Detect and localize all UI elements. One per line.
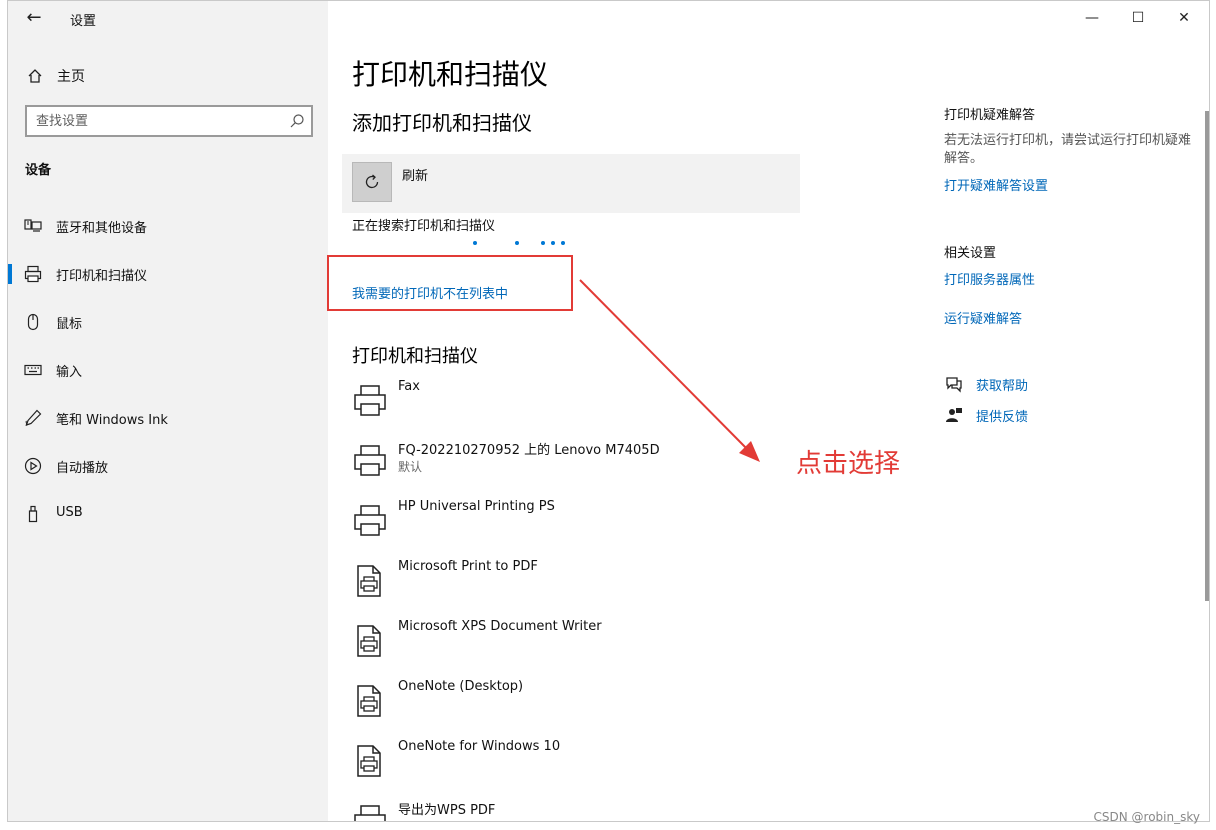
- default-badge: 默认: [398, 460, 423, 474]
- printer-name: Fax: [398, 379, 420, 394]
- document-printer-icon: [357, 685, 381, 717]
- document-printer-icon: [357, 565, 381, 597]
- printer-name: HP Universal Printing PS: [398, 499, 555, 514]
- sidebar-item-label: 自动播放: [56, 461, 109, 476]
- printer-item[interactable]: OneNote (Desktop): [352, 677, 772, 727]
- printer-name: OneNote for Windows 10: [398, 739, 561, 754]
- mouse-icon: [24, 313, 42, 331]
- give-feedback-label: 提供反馈: [976, 409, 1029, 425]
- pen-icon: [24, 409, 42, 427]
- document-printer-icon: [357, 625, 381, 657]
- progress-dot: [551, 241, 555, 245]
- open-troubleshoot-link[interactable]: 打开疑难解答设置: [944, 175, 1048, 194]
- sidebar-item-typing[interactable]: 输入: [8, 350, 328, 390]
- sidebar-item-label: 输入: [56, 365, 83, 380]
- progress-dot: [541, 241, 545, 245]
- print-server-properties-link[interactable]: 打印服务器属性: [944, 269, 1035, 288]
- printer-item[interactable]: Microsoft XPS Document Writer: [352, 617, 772, 667]
- give-feedback-link[interactable]: 提供反馈: [944, 404, 1028, 426]
- sidebar-item-autoplay[interactable]: 自动播放: [8, 446, 328, 486]
- printer-name: OneNote (Desktop): [398, 679, 524, 694]
- printer-item[interactable]: Fax: [352, 377, 772, 427]
- printer-item[interactable]: OneNote for Windows 10: [352, 737, 772, 787]
- section-header: 设备: [25, 163, 52, 178]
- printer-icon: [24, 265, 42, 283]
- troubleshoot-description: 若无法运行打印机，请尝试运行打印机疑难解答。: [944, 133, 1192, 166]
- printer-list-title: 打印机和扫描仪: [352, 346, 478, 367]
- printer-icon: [354, 385, 386, 416]
- printer-icon: [354, 805, 386, 821]
- sidebar-home[interactable]: 主页: [26, 65, 85, 87]
- minimize-button[interactable]: —: [1069, 1, 1115, 35]
- help-chat-icon: [944, 374, 964, 394]
- maximize-button[interactable]: ☐: [1115, 1, 1161, 35]
- progress-dot: [561, 241, 565, 245]
- sidebar-item-label: 蓝牙和其他设备: [56, 221, 148, 236]
- progress-dot: [515, 241, 519, 245]
- get-help-label: 获取帮助: [976, 378, 1029, 394]
- annotation-label: 点击选择: [796, 449, 901, 479]
- refresh-button[interactable]: 刷新: [342, 154, 800, 213]
- scrollbar[interactable]: [1205, 111, 1209, 601]
- back-button[interactable]: ←: [22, 7, 46, 29]
- printer-name: Microsoft XPS Document Writer: [398, 619, 602, 634]
- document-printer-icon: [357, 745, 381, 777]
- window-controls: — ☐ ✕: [1069, 1, 1209, 35]
- home-label: 主页: [57, 69, 85, 85]
- printer-name: Microsoft Print to PDF: [398, 559, 538, 574]
- autoplay-icon: [24, 457, 42, 475]
- related-settings-header: 相关设置: [944, 246, 997, 261]
- progress-dot: [473, 241, 477, 245]
- sidebar-item-label: 鼠标: [56, 317, 83, 332]
- sidebar-item-usb[interactable]: USB: [8, 494, 328, 534]
- sidebar-item-label: USB: [56, 505, 83, 520]
- app-title: 设置: [70, 14, 97, 29]
- searching-status: 正在搜索打印机和扫描仪: [352, 219, 496, 234]
- search-icon[interactable]: [289, 113, 305, 129]
- network-printer-icon: [354, 445, 386, 476]
- page-title: 打印机和扫描仪: [352, 58, 549, 91]
- printer-item[interactable]: HP Universal Printing PS: [352, 497, 772, 547]
- watermark: CSDN @robin_sky: [1093, 810, 1200, 824]
- sidebar-item-label: 打印机和扫描仪: [56, 269, 148, 284]
- sidebar-item-bluetooth[interactable]: 蓝牙和其他设备: [8, 206, 328, 246]
- sidebar-item-pen[interactable]: 笔和 Windows Ink: [8, 398, 328, 438]
- printer-icon: [354, 505, 386, 536]
- sidebar-item-label: 笔和 Windows Ink: [56, 413, 168, 428]
- sidebar-item-printers[interactable]: 打印机和扫描仪: [8, 254, 328, 294]
- selection-indicator: [8, 264, 12, 284]
- get-help-link[interactable]: 获取帮助: [944, 373, 1028, 395]
- printer-item[interactable]: 导出为WPS PDF: [352, 797, 772, 821]
- search-input[interactable]: [27, 107, 267, 135]
- bluetooth-devices-icon: [24, 217, 42, 235]
- home-icon: [26, 67, 44, 85]
- printer-name: 导出为WPS PDF: [398, 803, 496, 818]
- settings-window: ← 设置 主页 设备 蓝牙和其他设备 打印机和扫描仪: [7, 0, 1210, 822]
- add-section-title: 添加打印机和扫描仪: [352, 111, 532, 135]
- sidebar-item-mouse[interactable]: 鼠标: [8, 302, 328, 342]
- run-troubleshooter-link[interactable]: 运行疑难解答: [944, 308, 1022, 327]
- printer-item[interactable]: Microsoft Print to PDF: [352, 557, 772, 607]
- keyboard-icon: [24, 361, 42, 379]
- troubleshoot-header: 打印机疑难解答: [944, 108, 1036, 123]
- sidebar: ← 设置 主页 设备 蓝牙和其他设备 打印机和扫描仪: [8, 1, 328, 821]
- search-box[interactable]: [25, 105, 313, 137]
- feedback-icon: [944, 405, 964, 425]
- printer-name: FQ-202210270952 上的 Lenovo M7405D: [398, 443, 660, 458]
- refresh-icon: [352, 162, 392, 202]
- close-button[interactable]: ✕: [1161, 1, 1207, 35]
- printer-not-listed-link[interactable]: 我需要的打印机不在列表中: [352, 283, 508, 302]
- usb-icon: [24, 505, 42, 523]
- printer-item[interactable]: FQ-202210270952 上的 Lenovo M7405D 默认: [352, 437, 772, 487]
- main-content: — ☐ ✕ 打印机和扫描仪 添加打印机和扫描仪 刷新 正在搜索打印机和扫描仪 我…: [327, 1, 1209, 821]
- refresh-label: 刷新: [402, 169, 429, 184]
